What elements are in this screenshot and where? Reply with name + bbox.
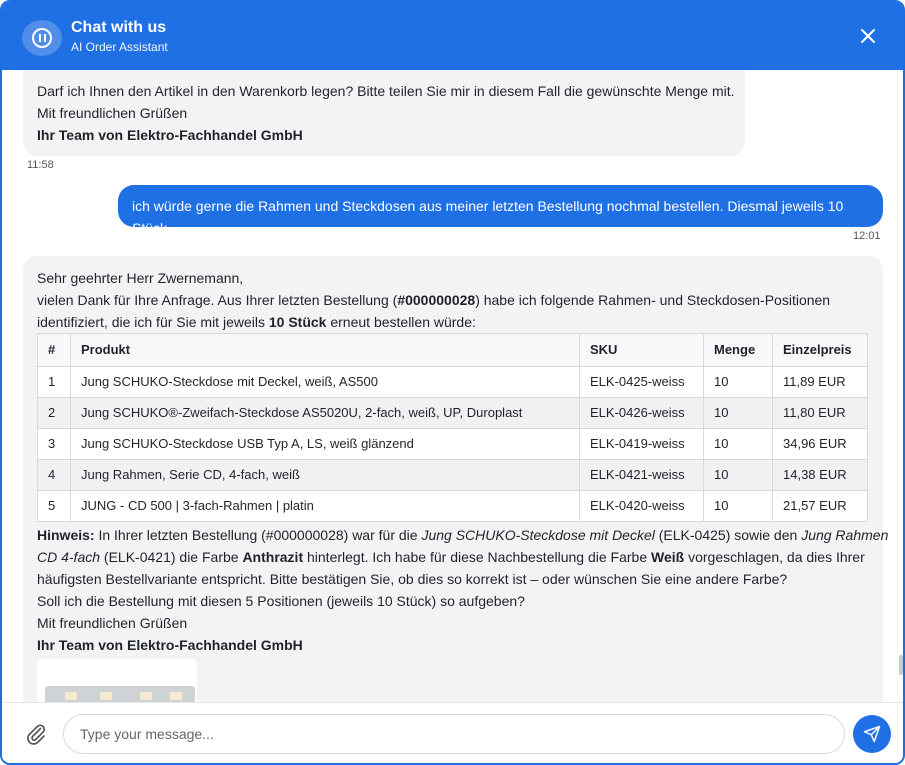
message-text: vielen Dank für Ihre Anfrage. Aus Ihrer … xyxy=(37,292,831,308)
table-row: 2 Jung SCHUKO®-Zweifach-Steckdose AS5020… xyxy=(37,397,868,429)
product-image[interactable] xyxy=(37,659,197,702)
table-cell: 10 xyxy=(703,366,773,398)
send-button[interactable] xyxy=(853,715,891,753)
product-image-plate xyxy=(45,686,195,702)
column-header: SKU xyxy=(579,333,704,367)
bot-message: Sehr geehrter Herr Zwernemann, vielen Da… xyxy=(23,256,889,702)
table-cell: 4 xyxy=(37,459,71,491)
column-header: # xyxy=(37,333,71,367)
send-icon xyxy=(863,725,881,743)
bot-message: Darf ich Ihnen den Artikel in den Warenk… xyxy=(23,70,745,156)
table-row: 1 Jung SCHUKO-Steckdose mit Deckel, weiß… xyxy=(37,366,868,398)
table-cell: Jung Rahmen, Serie CD, 4-fach, weiß xyxy=(70,459,580,491)
paperclip-icon xyxy=(27,724,46,745)
message-text: Hinweis: In Ihrer letzten Bestellung (#0… xyxy=(37,527,889,543)
pause-circle-icon xyxy=(32,28,52,48)
table-cell: ELK-0426-weiss xyxy=(579,397,704,429)
table-cell: ELK-0419-weiss xyxy=(579,428,704,460)
message-text: Mit freundlichen Grüßen xyxy=(37,105,188,121)
table-cell: JUNG - CD 500 | 3-fach-Rahmen | platin xyxy=(70,490,580,522)
table-row: 3 Jung SCHUKO-Steckdose USB Typ A, LS, w… xyxy=(37,428,868,460)
message-signature: Ihr Team von Elektro-Fachhandel GmbH xyxy=(37,637,303,653)
table-cell: Jung SCHUKO-Steckdose mit Deckel, weiß, … xyxy=(70,366,580,398)
message-timestamp: 11:58 xyxy=(27,159,54,171)
message-input[interactable] xyxy=(63,714,845,754)
message-text: Soll ich die Bestellung mit diesen 5 Pos… xyxy=(37,593,525,609)
message-text: identifiziert, die ich für Sie mit jewei… xyxy=(37,314,476,330)
chat-widget: Chat with us AI Order Assistant Darf ich… xyxy=(0,0,905,765)
table-cell: 2 xyxy=(37,397,71,429)
table-cell: 5 xyxy=(37,490,71,522)
table-cell: ELK-0425-weiss xyxy=(579,366,704,398)
table-row: 5 JUNG - CD 500 | 3-fach-Rahmen | platin… xyxy=(37,490,868,522)
message-text: Sehr geehrter Herr Zwernemann, xyxy=(37,270,244,286)
order-number: #000000028 xyxy=(397,292,476,308)
table-cell: 10 xyxy=(703,459,773,491)
column-header: Einzelpreis xyxy=(772,333,868,367)
message-text: Darf ich Ihnen den Artikel in den Warenk… xyxy=(37,83,735,99)
table-row: 4 Jung Rahmen, Serie CD, 4-fach, weiß EL… xyxy=(37,459,868,491)
message-timestamp: 12:01 xyxy=(853,230,881,242)
table-cell: Jung SCHUKO-Steckdose USB Typ A, LS, wei… xyxy=(70,428,580,460)
table-cell: ELK-0421-weiss xyxy=(579,459,704,491)
table-cell: 11,89 EUR xyxy=(772,366,868,398)
scrollbar-thumb[interactable] xyxy=(899,655,903,675)
table-cell: 3 xyxy=(37,428,71,460)
table-cell: 10 xyxy=(703,397,773,429)
chat-title: Chat with us xyxy=(71,19,167,36)
pause-button[interactable] xyxy=(22,20,62,56)
table-cell: 21,57 EUR xyxy=(772,490,868,522)
table-cell: 1 xyxy=(37,366,71,398)
table-header-row: # Produkt SKU Menge Einzelpreis xyxy=(37,333,868,367)
order-items-table: # Produkt SKU Menge Einzelpreis 1 Jung S… xyxy=(37,333,868,522)
column-header: Menge xyxy=(703,333,773,367)
message-text: Mit freundlichen Grüßen xyxy=(37,615,188,631)
table-cell: 11,80 EUR xyxy=(772,397,868,429)
chat-subtitle: AI Order Assistant xyxy=(71,40,168,54)
table-cell: ELK-0420-weiss xyxy=(579,490,704,522)
message-text: häufigsten Bestellvariante entspricht. B… xyxy=(37,571,788,587)
table-cell: 34,96 EUR xyxy=(772,428,868,460)
table-cell: Jung SCHUKO®-Zweifach-Steckdose AS5020U,… xyxy=(70,397,580,429)
user-message: ich würde gerne die Rahmen und Steckdose… xyxy=(118,185,883,236)
message-text: CD 4-fach (ELK-0421) die Farbe Anthrazit… xyxy=(37,549,865,565)
message-signature: Ihr Team von Elektro-Fachhandel GmbH xyxy=(37,127,303,143)
close-button[interactable] xyxy=(858,26,878,46)
table-cell: 10 xyxy=(703,490,773,522)
message-composer xyxy=(2,702,903,763)
table-cell: 14,38 EUR xyxy=(772,459,868,491)
chat-header: Chat with us AI Order Assistant xyxy=(2,2,903,70)
message-list[interactable]: Darf ich Ihnen den Artikel in den Warenk… xyxy=(2,70,903,702)
column-header: Produkt xyxy=(70,333,580,367)
close-icon xyxy=(861,29,875,43)
attach-button[interactable] xyxy=(24,722,48,746)
table-cell: 10 xyxy=(703,428,773,460)
